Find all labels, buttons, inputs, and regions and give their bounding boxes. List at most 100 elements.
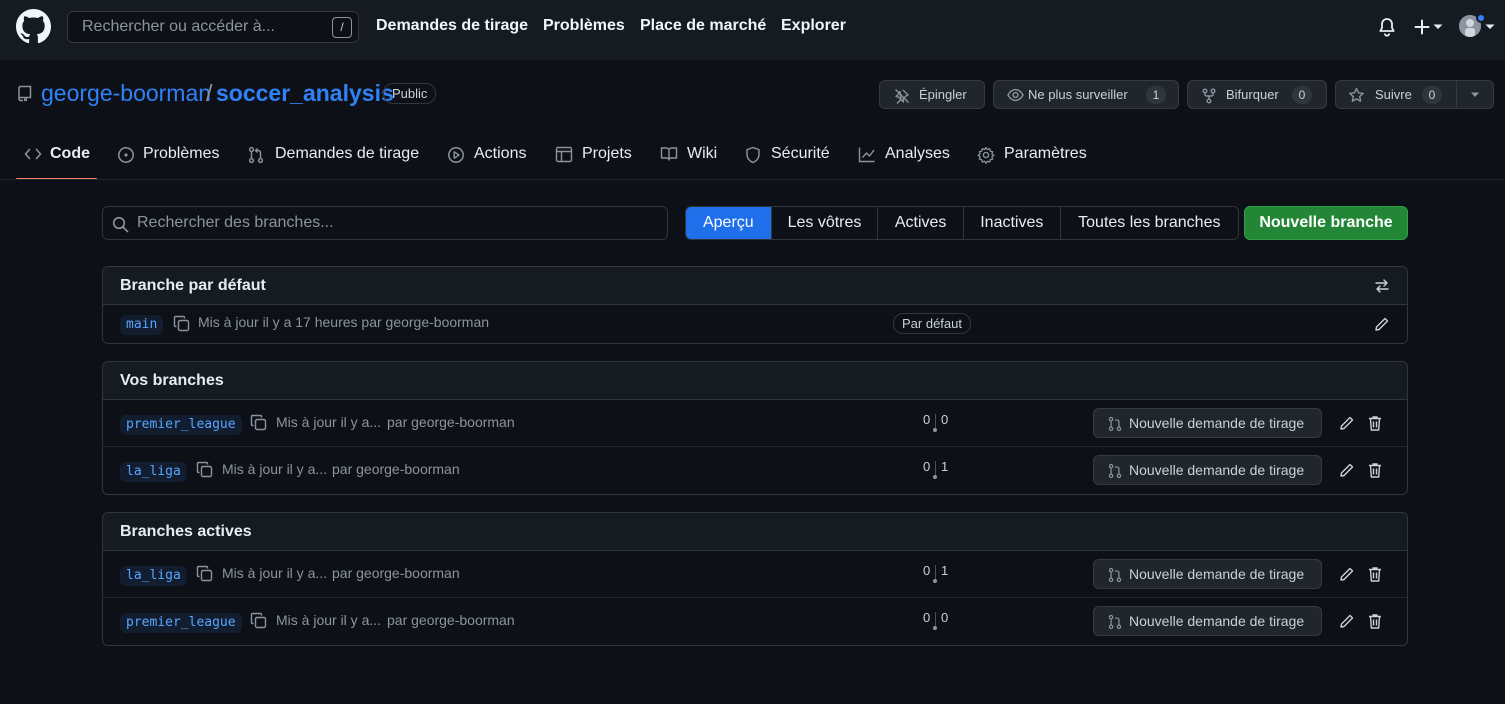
- active-branches-title: Branches actives: [120, 523, 252, 540]
- trash-icon[interactable]: [1367, 613, 1383, 630]
- tab-code-label: Code: [50, 145, 90, 162]
- tab-wiki[interactable]: Wiki: [660, 143, 720, 167]
- behind-count: 0: [923, 610, 931, 625]
- branch-name[interactable]: la_liga: [120, 566, 187, 586]
- copy-icon[interactable]: [250, 414, 267, 431]
- plus-icon[interactable]: [1414, 19, 1430, 35]
- branch-updated: Mis à jour il y a...: [276, 414, 382, 430]
- tab-pull-requests[interactable]: Demandes de tirage: [248, 143, 420, 167]
- unwatch-label: Ne plus surveiller: [1028, 87, 1128, 102]
- ahead-behind-dot: [933, 626, 937, 630]
- new-pull-request-button[interactable]: Nouvelle demande de tirage: [1093, 408, 1322, 438]
- tab-issues[interactable]: Problèmes: [117, 143, 221, 167]
- branch-row: premier_league Mis à jour il y a... par …: [103, 400, 1407, 447]
- tab-security-label: Sécurité: [771, 145, 830, 162]
- new-pull-request-label: Nouvelle demande de tirage: [1129, 462, 1305, 478]
- pencil-icon[interactable]: [1339, 613, 1355, 629]
- new-pull-request-button[interactable]: Nouvelle demande de tirage: [1093, 455, 1322, 485]
- default-branch-meta: Mis à jour il y a 17 heures par george-b…: [198, 314, 490, 330]
- branch-author: par george-boorman: [387, 414, 515, 430]
- new-branch-button[interactable]: Nouvelle branche: [1244, 206, 1408, 240]
- pencil-icon[interactable]: [1374, 316, 1390, 332]
- branch-author: par george-boorman: [332, 461, 460, 477]
- tab-security[interactable]: Sécurité: [745, 143, 833, 167]
- chevron-down-icon[interactable]: [1433, 24, 1443, 30]
- tabs-divider: [0, 179, 1505, 180]
- tab-wiki-label: Wiki: [687, 145, 718, 162]
- branch-updated: Mis à jour il y a...: [222, 565, 328, 581]
- ahead-count: 1: [941, 459, 949, 474]
- repo-name-link[interactable]: soccer_analysis: [216, 80, 394, 107]
- filter-all-branches[interactable]: Toutes les branches: [1060, 207, 1238, 239]
- bell-icon[interactable]: [1378, 17, 1396, 37]
- fork-button[interactable]: Bifurquer 0: [1187, 80, 1327, 109]
- default-branch-section: Branche par défaut main Mis à jour il y …: [102, 266, 1408, 344]
- copy-icon[interactable]: [196, 461, 213, 478]
- code-icon: [24, 148, 42, 160]
- new-pull-request-button[interactable]: Nouvelle demande de tirage: [1093, 559, 1322, 589]
- nav-explore[interactable]: Explorer: [781, 17, 846, 35]
- ahead-behind-divider: [935, 461, 936, 475]
- filter-stale[interactable]: Inactives: [963, 207, 1061, 239]
- ahead-behind-indicator: 0 0: [921, 412, 951, 434]
- avatar-chevron-down-icon[interactable]: [1485, 24, 1495, 30]
- branch-search-placeholder: Rechercher des branches...: [137, 214, 334, 231]
- branch-name-main[interactable]: main: [120, 315, 164, 335]
- active-branches-section: Branches actives la_liga Mis à jour il y…: [102, 512, 1408, 646]
- ahead-behind-divider: [935, 612, 936, 626]
- tab-code[interactable]: Code: [24, 143, 94, 167]
- tab-settings[interactable]: Paramètres: [977, 143, 1089, 167]
- star-list-dropdown[interactable]: [1456, 80, 1494, 109]
- pencil-icon[interactable]: [1339, 415, 1355, 431]
- table-icon: [555, 146, 573, 163]
- ahead-count: 0: [941, 610, 949, 625]
- tab-insights[interactable]: Analyses: [858, 143, 952, 167]
- shield-icon: [746, 146, 760, 164]
- trash-icon[interactable]: [1367, 415, 1383, 432]
- tab-actions-label: Actions: [474, 145, 527, 162]
- pin-label: Épingler: [919, 87, 967, 102]
- branch-updated: Mis à jour il y a...: [222, 461, 328, 477]
- branch-name[interactable]: premier_league: [120, 613, 242, 633]
- nav-pull-requests[interactable]: Demandes de tirage: [376, 17, 528, 35]
- nav-marketplace[interactable]: Place de marché: [640, 17, 766, 35]
- copy-icon[interactable]: [196, 565, 213, 582]
- new-pull-request-button[interactable]: Nouvelle demande de tirage: [1093, 606, 1322, 636]
- repo-owner-link[interactable]: george-boorman: [41, 80, 211, 107]
- star-button[interactable]: Suivre 0: [1335, 80, 1457, 109]
- behind-count: 0: [923, 459, 931, 474]
- pencil-icon[interactable]: [1339, 566, 1355, 582]
- github-logo-icon[interactable]: [16, 9, 51, 44]
- trash-icon[interactable]: [1367, 566, 1383, 583]
- ahead-behind-dot: [933, 579, 937, 583]
- filter-overview[interactable]: Aperçu: [686, 207, 772, 239]
- pull-request-icon: [1108, 567, 1122, 583]
- copy-icon[interactable]: [250, 612, 267, 629]
- tab-settings-label: Paramètres: [1004, 145, 1087, 162]
- copy-icon[interactable]: [173, 315, 190, 332]
- trash-icon[interactable]: [1367, 462, 1383, 479]
- pencil-icon[interactable]: [1339, 462, 1355, 478]
- global-search-input[interactable]: Rechercher ou accéder à... /: [67, 11, 359, 43]
- arrow-switch-icon[interactable]: [1374, 278, 1390, 294]
- ahead-behind-divider: [935, 565, 936, 579]
- filter-active[interactable]: Actives: [878, 207, 964, 239]
- visibility-badge: Public: [383, 83, 437, 104]
- pull-request-icon: [1108, 416, 1122, 432]
- tab-actions[interactable]: Actions: [447, 143, 529, 167]
- unwatch-button[interactable]: Ne plus surveiller 1: [993, 80, 1179, 109]
- eye-icon: [1007, 88, 1024, 102]
- fork-count: 0: [1292, 86, 1312, 104]
- star-label: Suivre: [1375, 87, 1412, 102]
- behind-count: 0: [923, 563, 931, 578]
- branch-name[interactable]: premier_league: [120, 415, 242, 435]
- default-branch-header: Branche par défaut: [103, 267, 1407, 305]
- filter-yours[interactable]: Les vôtres: [771, 207, 879, 239]
- tab-projects[interactable]: Projets: [555, 143, 635, 167]
- nav-issues[interactable]: Problèmes: [543, 17, 625, 35]
- pull-request-icon: [1108, 463, 1122, 479]
- branch-search-input[interactable]: Rechercher des branches...: [102, 206, 668, 240]
- gear-icon: [977, 146, 995, 164]
- branch-name[interactable]: la_liga: [120, 462, 187, 482]
- pin-button[interactable]: Épingler: [879, 80, 985, 109]
